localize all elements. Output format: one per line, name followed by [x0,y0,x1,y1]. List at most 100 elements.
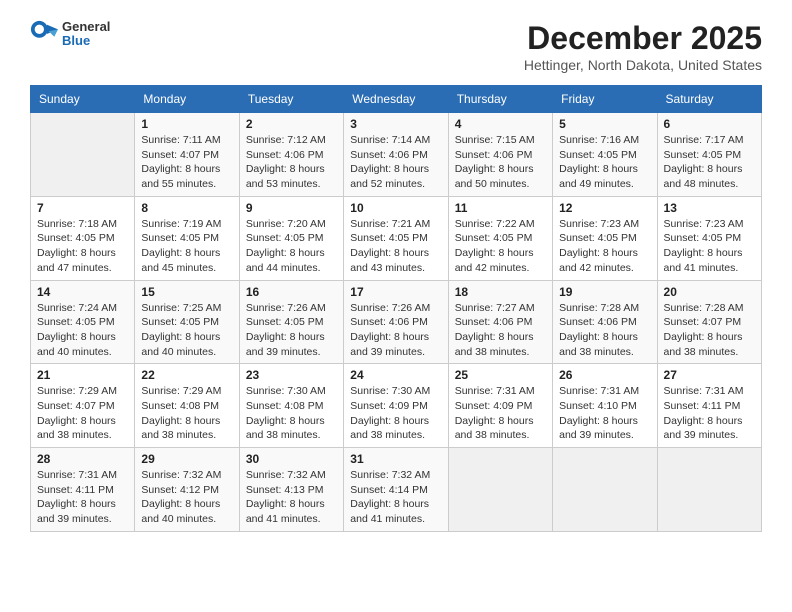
day-number: 2 [246,117,337,131]
calendar-cell: 8Sunrise: 7:19 AMSunset: 4:05 PMDaylight… [135,196,239,280]
day-number: 14 [37,285,128,299]
calendar-cell: 2 Sunrise: 7:12 AMSunset: 4:06 PMDaylight… [239,113,343,197]
day-number: 28 [37,452,128,466]
day-info: Sunrise: 7:15 AMSunset: 4:06 PMDaylight:… [455,133,546,192]
day-number: 20 [664,285,755,299]
day-number: 12 [559,201,650,215]
day-number: 5 [559,117,650,131]
calendar-cell: 23 Sunrise: 7:30 AMSunset: 4:08 PMDayligh… [239,364,343,448]
day-number: 8 [141,201,232,215]
day-info: Sunrise: 7:17 AMSunset: 4:05 PMDaylight:… [664,133,755,192]
day-header-sunday: Sunday [31,86,135,113]
day-info: Sunrise: 7:32 AMSunset: 4:14 PMDaylight:… [350,468,441,527]
day-info: Sunrise: 7:29 AMSunset: 4:08 PMDaylight:… [141,384,232,443]
day-header-friday: Friday [553,86,657,113]
day-info: Sunrise: 7:31 AMSunset: 4:10 PMDaylight:… [559,384,650,443]
calendar-cell: 10 Sunrise: 7:21 AMSunset: 4:05 PMDayligh… [344,196,448,280]
logo-icon [30,20,58,48]
day-number: 23 [246,368,337,382]
logo-text: General Blue [62,20,110,49]
location: Hettinger, North Dakota, United States [524,57,762,73]
day-info: Sunrise: 7:26 AMSunset: 4:06 PMDaylight:… [350,301,441,360]
week-row-5: 28 Sunrise: 7:31 AMSunset: 4:11 PMDayligh… [31,448,762,532]
calendar-cell: 16Sunrise: 7:26 AMSunset: 4:05 PMDayligh… [239,280,343,364]
day-info: Sunrise: 7:30 AMSunset: 4:08 PMDaylight:… [246,384,337,443]
day-info: Sunrise: 7:23 AMSunset: 4:05 PMDaylight:… [559,217,650,276]
day-number: 27 [664,368,755,382]
day-info: Sunrise: 7:31 AMSunset: 4:11 PMDaylight:… [664,384,755,443]
calendar-cell: 17 Sunrise: 7:26 AMSunset: 4:06 PMDayligh… [344,280,448,364]
calendar-cell: 26 Sunrise: 7:31 AMSunset: 4:10 PMDayligh… [553,364,657,448]
logo-blue: Blue [62,34,110,48]
day-info: Sunrise: 7:20 AMSunset: 4:05 PMDaylight:… [246,217,337,276]
day-header-saturday: Saturday [657,86,761,113]
calendar-cell: 13Sunrise: 7:23 AMSunset: 4:05 PMDayligh… [657,196,761,280]
day-number: 17 [350,285,441,299]
day-number: 25 [455,368,546,382]
day-number: 24 [350,368,441,382]
calendar-cell: 6Sunrise: 7:17 AMSunset: 4:05 PMDaylight… [657,113,761,197]
day-header-tuesday: Tuesday [239,86,343,113]
day-info: Sunrise: 7:11 AMSunset: 4:07 PMDaylight:… [141,133,232,192]
day-info: Sunrise: 7:28 AMSunset: 4:07 PMDaylight:… [664,301,755,360]
day-info: Sunrise: 7:31 AMSunset: 4:11 PMDaylight:… [37,468,128,527]
day-info: Sunrise: 7:29 AMSunset: 4:07 PMDaylight:… [37,384,128,443]
calendar-cell: 12 Sunrise: 7:23 AMSunset: 4:05 PMDayligh… [553,196,657,280]
calendar-cell: 9 Sunrise: 7:20 AMSunset: 4:05 PMDaylight… [239,196,343,280]
day-info: Sunrise: 7:18 AMSunset: 4:05 PMDaylight:… [37,217,128,276]
week-row-3: 14 Sunrise: 7:24 AMSunset: 4:05 PMDayligh… [31,280,762,364]
calendar-cell: 5Sunrise: 7:16 AMSunset: 4:05 PMDaylight… [553,113,657,197]
calendar-cell: 31 Sunrise: 7:32 AMSunset: 4:14 PMDayligh… [344,448,448,532]
day-info: Sunrise: 7:21 AMSunset: 4:05 PMDaylight:… [350,217,441,276]
day-info: Sunrise: 7:23 AMSunset: 4:05 PMDaylight:… [664,217,755,276]
day-number: 7 [37,201,128,215]
day-number: 21 [37,368,128,382]
calendar-cell: 24Sunrise: 7:30 AMSunset: 4:09 PMDayligh… [344,364,448,448]
calendar-cell [553,448,657,532]
day-number: 11 [455,201,546,215]
calendar-table: SundayMondayTuesdayWednesdayThursdayFrid… [30,85,762,532]
day-number: 3 [350,117,441,131]
calendar-cell: 1Sunrise: 7:11 AMSunset: 4:07 PMDaylight… [135,113,239,197]
calendar-header: SundayMondayTuesdayWednesdayThursdayFrid… [31,86,762,113]
day-number: 19 [559,285,650,299]
day-info: Sunrise: 7:12 AMSunset: 4:06 PMDaylight:… [246,133,337,192]
day-number: 31 [350,452,441,466]
day-number: 15 [141,285,232,299]
day-number: 22 [141,368,232,382]
day-number: 9 [246,201,337,215]
logo-general: General [62,20,110,34]
day-info: Sunrise: 7:24 AMSunset: 4:05 PMDaylight:… [37,301,128,360]
calendar-cell: 22 Sunrise: 7:29 AMSunset: 4:08 PMDayligh… [135,364,239,448]
calendar-cell [448,448,552,532]
day-info: Sunrise: 7:14 AMSunset: 4:06 PMDaylight:… [350,133,441,192]
calendar-cell: 28 Sunrise: 7:31 AMSunset: 4:11 PMDayligh… [31,448,135,532]
week-row-4: 21 Sunrise: 7:29 AMSunset: 4:07 PMDayligh… [31,364,762,448]
day-info: Sunrise: 7:32 AMSunset: 4:13 PMDaylight:… [246,468,337,527]
calendar-cell: 29Sunrise: 7:32 AMSunset: 4:12 PMDayligh… [135,448,239,532]
day-info: Sunrise: 7:22 AMSunset: 4:05 PMDaylight:… [455,217,546,276]
calendar-cell: 27 Sunrise: 7:31 AMSunset: 4:11 PMDayligh… [657,364,761,448]
day-info: Sunrise: 7:32 AMSunset: 4:12 PMDaylight:… [141,468,232,527]
day-info: Sunrise: 7:25 AMSunset: 4:05 PMDaylight:… [141,301,232,360]
logo: General Blue [30,20,110,49]
calendar-cell: 20 Sunrise: 7:28 AMSunset: 4:07 PMDayligh… [657,280,761,364]
day-header-monday: Monday [135,86,239,113]
day-header-wednesday: Wednesday [344,86,448,113]
calendar-body: 1Sunrise: 7:11 AMSunset: 4:07 PMDaylight… [31,113,762,532]
month-title: December 2025 [524,20,762,57]
day-number: 10 [350,201,441,215]
page-wrapper: General Blue December 2025 Hettinger, No… [30,20,762,532]
day-info: Sunrise: 7:27 AMSunset: 4:06 PMDaylight:… [455,301,546,360]
day-number: 16 [246,285,337,299]
calendar-cell: 4Sunrise: 7:15 AMSunset: 4:06 PMDaylight… [448,113,552,197]
header-row: SundayMondayTuesdayWednesdayThursdayFrid… [31,86,762,113]
calendar-cell: 15 Sunrise: 7:25 AMSunset: 4:05 PMDayligh… [135,280,239,364]
week-row-1: 1Sunrise: 7:11 AMSunset: 4:07 PMDaylight… [31,113,762,197]
calendar-cell: 30Sunrise: 7:32 AMSunset: 4:13 PMDayligh… [239,448,343,532]
day-number: 18 [455,285,546,299]
day-number: 26 [559,368,650,382]
header: General Blue December 2025 Hettinger, No… [30,20,762,73]
calendar-cell [31,113,135,197]
week-row-2: 7 Sunrise: 7:18 AMSunset: 4:05 PMDaylight… [31,196,762,280]
